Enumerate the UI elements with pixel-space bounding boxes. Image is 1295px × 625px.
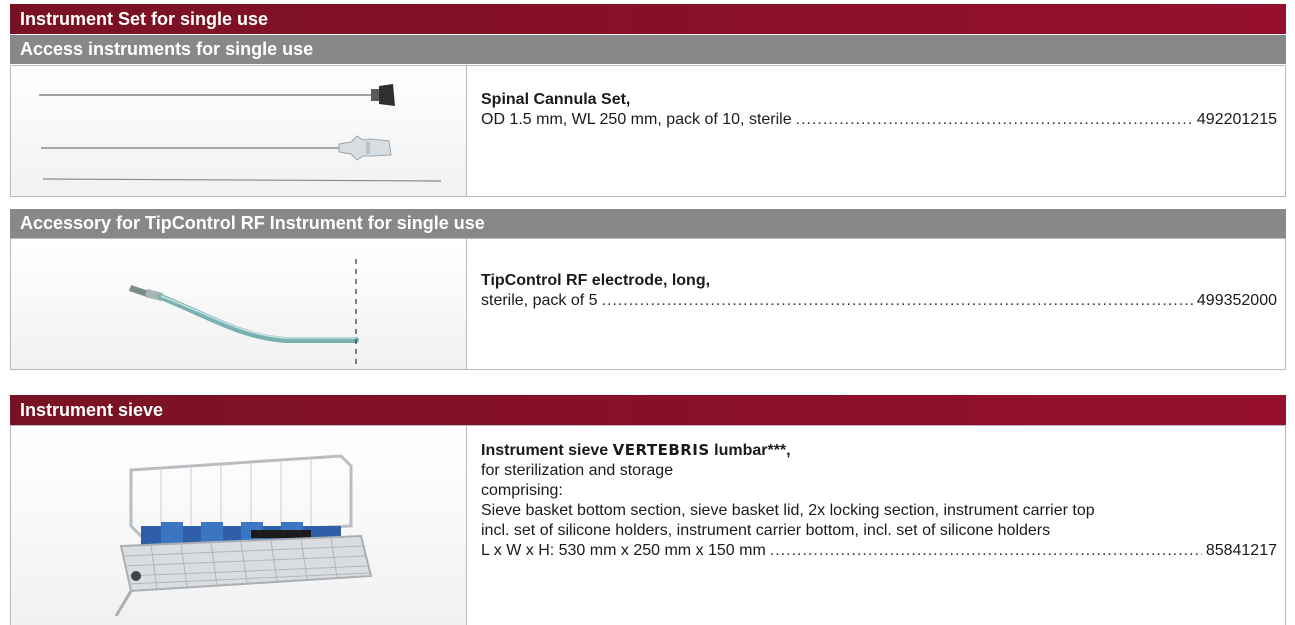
- order-line: sterile, pack of 5 499352000: [481, 291, 1277, 311]
- sieve-basket-image: [11, 426, 467, 625]
- product-spec: OD 1.5 mm, WL 250 mm, pack of 10, steril…: [481, 111, 792, 128]
- product-spec: sterile, pack of 5: [481, 292, 598, 309]
- subsection-header-access-instruments: Access instruments for single use: [10, 35, 1286, 64]
- cannula-image: [11, 66, 467, 196]
- description-line: for sterilization and storage: [481, 462, 674, 479]
- leader-dots: [770, 541, 1202, 561]
- leader-dots: [796, 110, 1193, 130]
- description-line: Sieve basket bottom section, sieve baske…: [481, 502, 1095, 519]
- product-name: Instrument sieve VERTEBRIS lumbar***,: [481, 440, 1277, 461]
- description-line: incl. set of silicone holders, instrumen…: [481, 522, 1051, 539]
- product-name-prefix: Instrument sieve: [481, 442, 613, 459]
- article-number: 492201215: [1196, 111, 1277, 128]
- leader-dots: [602, 291, 1193, 311]
- electrode-image: [11, 239, 467, 369]
- product-row-electrode: TipControl RF electrode, long, sterile, …: [10, 238, 1286, 370]
- section-title: Instrument Set for single use: [20, 9, 269, 29]
- section-title: Instrument sieve: [20, 400, 164, 420]
- brand-name: VERTEBRIS: [612, 441, 710, 459]
- description-line: comprising:: [481, 482, 563, 499]
- product-row-cannula: Spinal Cannula Set, OD 1.5 mm, WL 250 mm…: [10, 65, 1286, 197]
- order-line: OD 1.5 mm, WL 250 mm, pack of 10, steril…: [481, 110, 1277, 130]
- subsection-title: Accessory for TipControl RF Instrument f…: [20, 213, 485, 233]
- article-number: 499352000: [1196, 292, 1277, 309]
- section-header-instrument-sieve: Instrument sieve: [10, 395, 1286, 425]
- section-header-instrument-set: Instrument Set for single use: [10, 4, 1286, 34]
- product-name: Spinal Cannula Set,: [481, 91, 631, 108]
- order-line: L x W x H: 530 mm x 250 mm x 150 mm 8584…: [481, 541, 1277, 561]
- product-name: TipControl RF electrode, long,: [481, 272, 711, 289]
- product-row-sieve: Instrument sieve VERTEBRIS lumbar***, fo…: [10, 425, 1286, 625]
- article-number: 85841217: [1205, 542, 1277, 559]
- subsection-title: Access instruments for single use: [20, 39, 314, 59]
- product-dimensions: L x W x H: 530 mm x 250 mm x 150 mm: [481, 542, 766, 559]
- subsection-header-accessory: Accessory for TipControl RF Instrument f…: [10, 209, 1286, 238]
- product-name-suffix: lumbar***,: [709, 442, 791, 459]
